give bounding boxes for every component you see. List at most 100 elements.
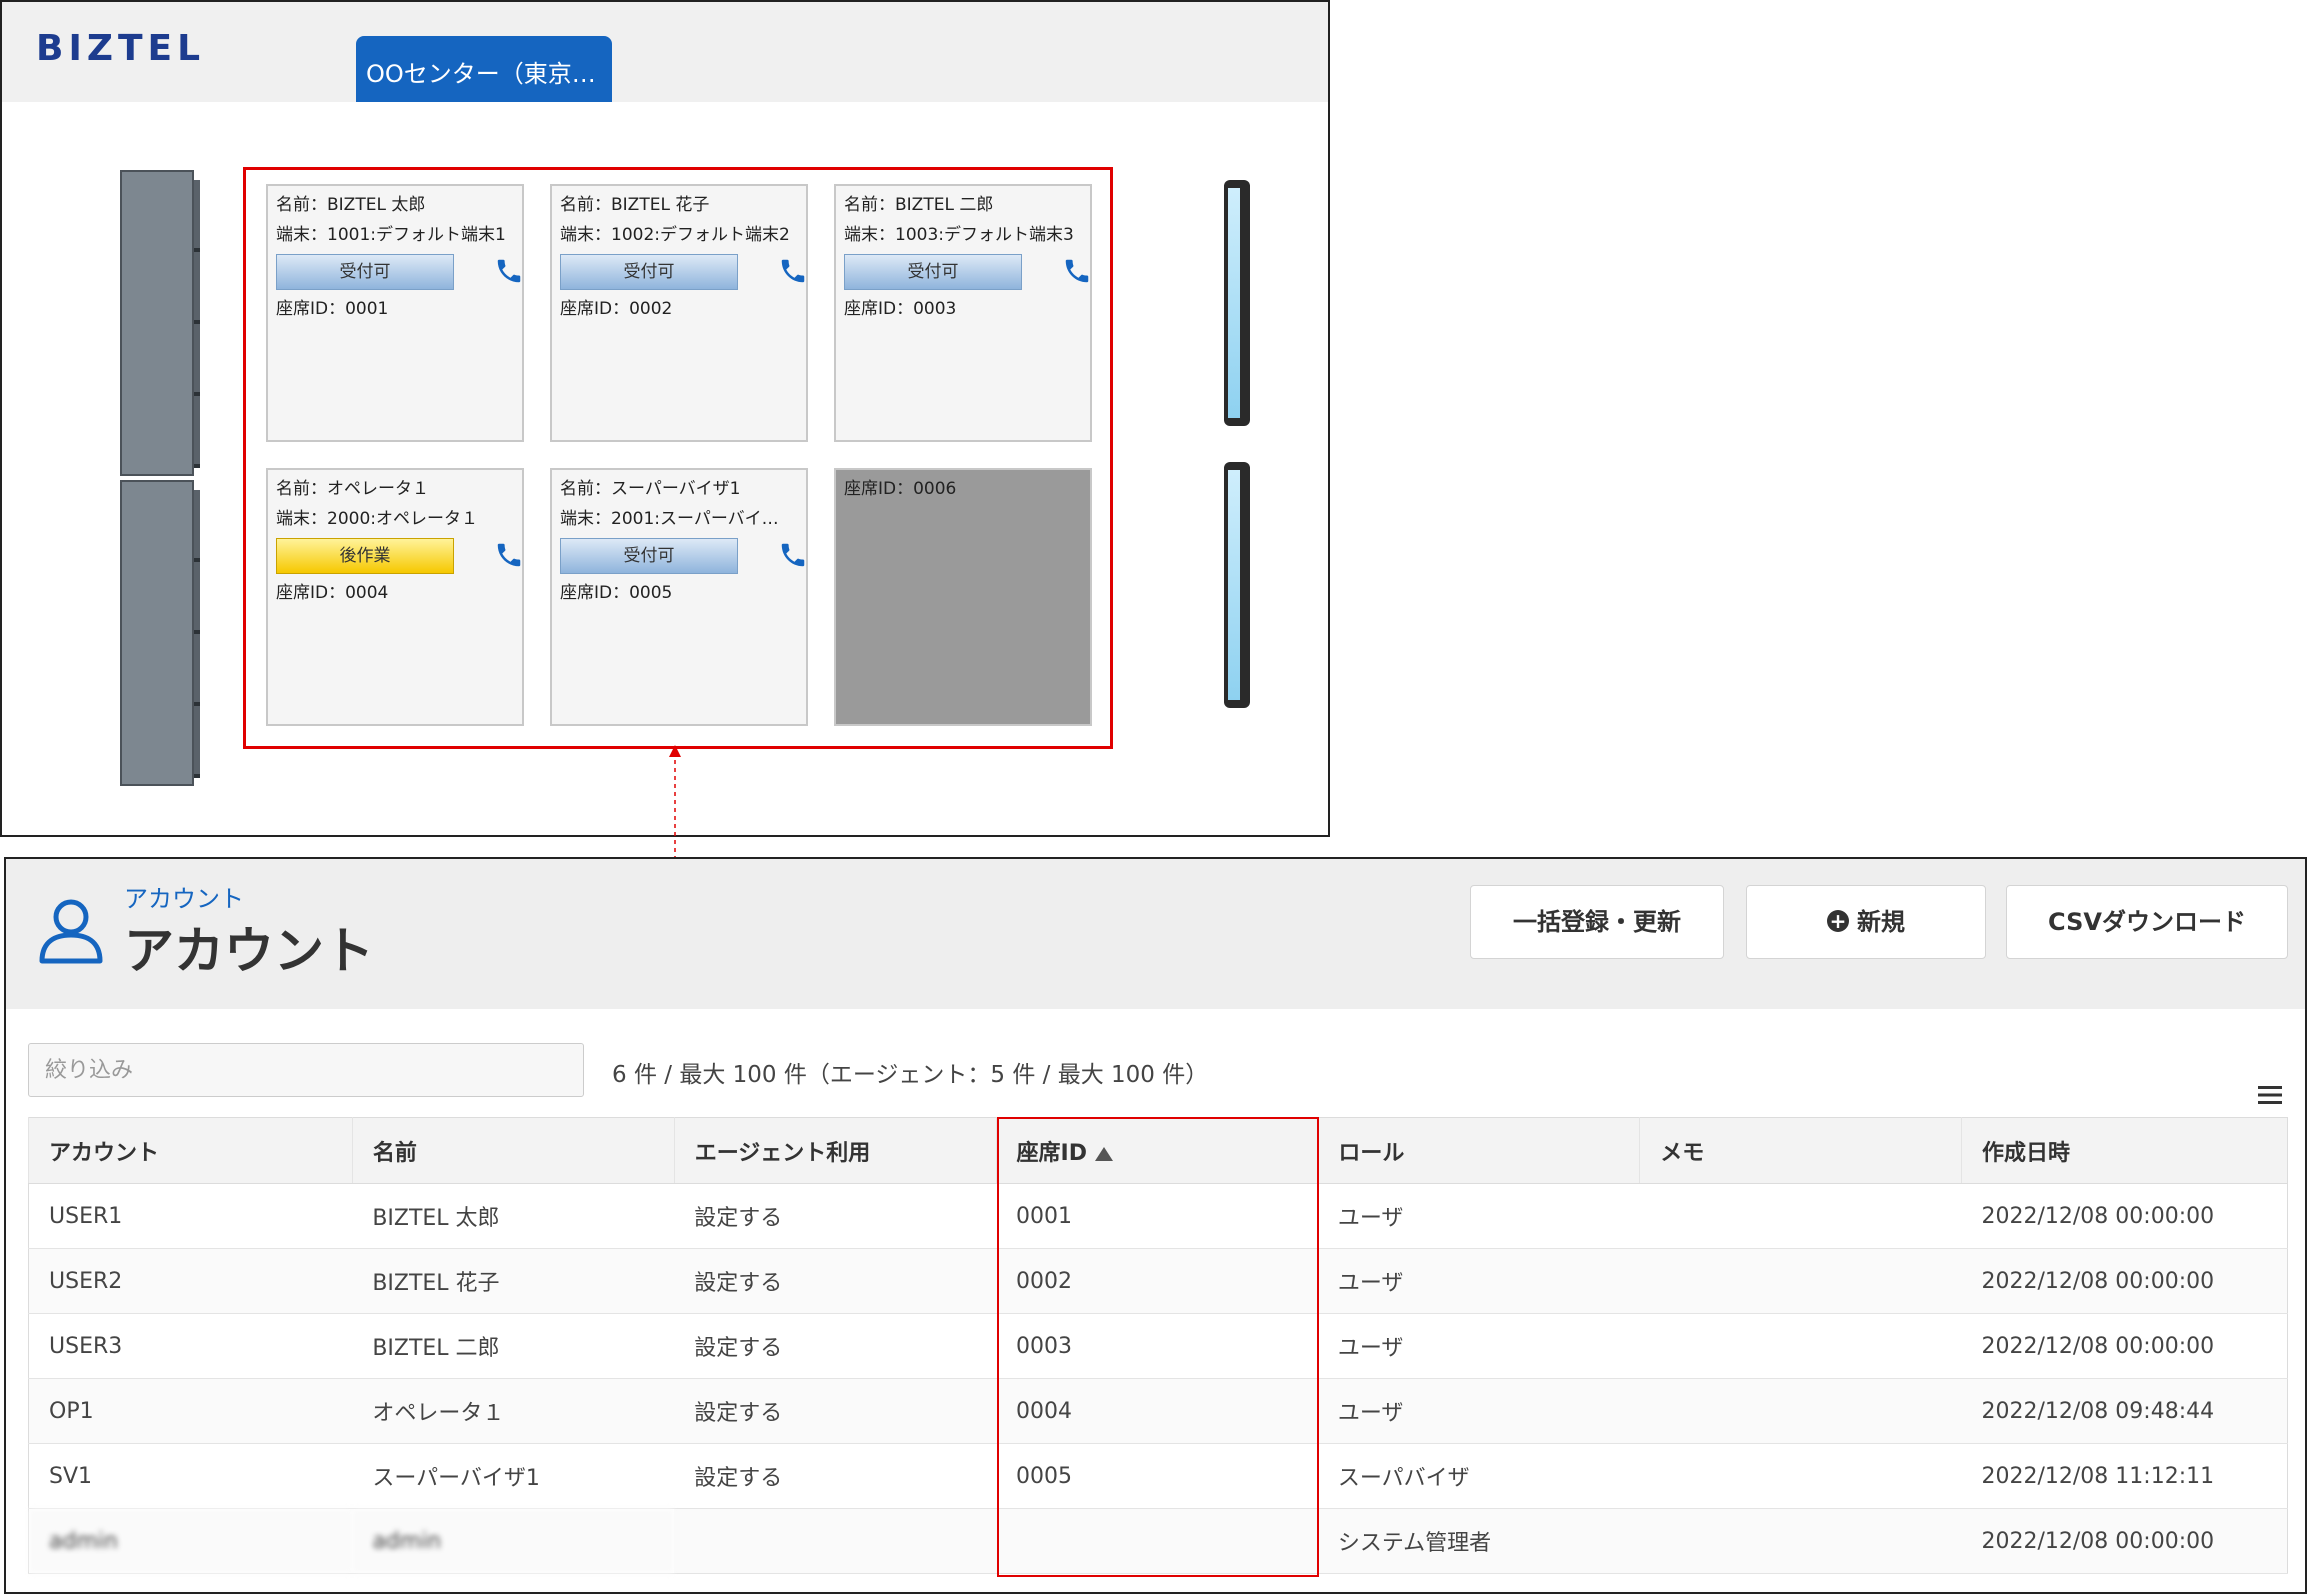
menu-icon[interactable] [2258, 1085, 2282, 1105]
seat-name: 名前：BIZTEL 花子 [560, 195, 710, 215]
seat-name: 名前：スーパーバイザ1 [560, 479, 741, 499]
phone-icon[interactable] [1062, 256, 1092, 286]
cell-created-at: 2022/12/08 11:12:11 [1961, 1443, 2288, 1509]
column-header-role[interactable]: ロール [1317, 1117, 1640, 1184]
seat-terminal: 端末：1003:デフォルト端末3 [844, 225, 1074, 245]
table-row[interactable]: USER1 BIZTEL 太郎 設定する 0001 ユーザ 2022/12/08… [28, 1183, 2288, 1249]
user-icon [39, 899, 103, 964]
status-button[interactable]: 受付可 [844, 254, 1022, 290]
wall-left-upper [120, 170, 200, 476]
cell-agent-usage: 設定する [674, 1248, 997, 1314]
cell-agent-usage: 設定する [674, 1183, 997, 1249]
cell-memo [1639, 1508, 1962, 1574]
cell-agent-usage: 設定する [674, 1378, 997, 1444]
cell-account: USER3 [28, 1313, 353, 1379]
monitor-upper [1224, 180, 1250, 426]
seat-name: 名前：オペレータ１ [276, 479, 429, 499]
cell-name-redacted: admin [352, 1508, 675, 1574]
cell-created-at: 2022/12/08 00:00:00 [1961, 1183, 2288, 1249]
seat-card[interactable]: 名前：スーパーバイザ1 端末：2001:スーパーバイ… 受付可 座席ID：000… [550, 468, 808, 726]
accounts-header: アカウント アカウント 一括登録・更新 + 新規 CSVダウンロード [6, 859, 2305, 1009]
table-row[interactable]: OP1 オペレータ１ 設定する 0004 ユーザ 2022/12/08 09:4… [28, 1378, 2288, 1444]
cell-agent-usage: 設定する [674, 1313, 997, 1379]
cell-name: BIZTEL 花子 [352, 1248, 675, 1314]
cell-created-at: 2022/12/08 00:00:00 [1961, 1508, 2288, 1574]
seat-name: 名前：BIZTEL 二郎 [844, 195, 994, 215]
cell-memo [1639, 1443, 1962, 1509]
table-row[interactable]: USER2 BIZTEL 花子 設定する 0002 ユーザ 2022/12/08… [28, 1248, 2288, 1314]
breadcrumb[interactable]: アカウント [124, 879, 244, 914]
seat-terminal: 端末：2000:オペレータ１ [276, 509, 478, 529]
page-title: アカウント [124, 922, 374, 980]
column-header-name[interactable]: 名前 [351, 1117, 675, 1184]
status-button[interactable]: 受付可 [560, 538, 738, 574]
tab-center[interactable]: OOセンター（東京… [356, 36, 612, 102]
cell-role: スーパバイザ [1317, 1443, 1640, 1509]
cell-name: オペレータ１ [352, 1378, 675, 1444]
csv-download-button[interactable]: CSVダウンロード [2006, 885, 2288, 959]
filter-input[interactable] [28, 1043, 584, 1097]
table-row[interactable]: USER3 BIZTEL 二郎 設定する 0003 ユーザ 2022/12/08… [28, 1313, 2288, 1379]
cell-name: スーパーバイザ1 [352, 1443, 675, 1509]
cell-agent-usage [674, 1508, 997, 1574]
plus-circle-icon: + [1827, 910, 1849, 932]
phone-icon[interactable] [778, 256, 808, 286]
cell-role: ユーザ [1317, 1313, 1640, 1379]
biztel-logo: BIZTEL [36, 28, 206, 69]
column-header-account[interactable]: アカウント [28, 1117, 353, 1184]
new-button-label: 新規 [1857, 908, 1905, 936]
seat-id: 座席ID：0001 [276, 299, 389, 319]
seat-terminal: 端末：1001:デフォルト端末1 [276, 225, 506, 245]
table-row[interactable]: admin admin システム管理者 2022/12/08 00:00:00 [28, 1508, 2288, 1574]
cell-created-at: 2022/12/08 09:48:44 [1961, 1378, 2288, 1444]
table-row[interactable]: SV1 スーパーバイザ1 設定する 0005 スーパバイザ 2022/12/08… [28, 1443, 2288, 1509]
cell-seat-id: 0005 [996, 1443, 1318, 1509]
seat-id: 座席ID：0003 [844, 299, 957, 319]
cell-account-redacted: admin [28, 1508, 353, 1574]
seat-id: 座席ID：0006 [844, 479, 957, 499]
accounts-panel: アカウント アカウント 一括登録・更新 + 新規 CSVダウンロード 6 件 / … [4, 857, 2307, 1594]
cell-role: ユーザ [1317, 1378, 1640, 1444]
seat-map-panel: BIZTEL OOセンター（東京… 名前：BIZTEL 太郎 端末：1001:デ… [0, 0, 1330, 837]
seat-card[interactable]: 名前：BIZTEL 花子 端末：1002:デフォルト端末2 受付可 座席ID：0… [550, 184, 808, 442]
seat-id: 座席ID：0004 [276, 583, 389, 603]
phone-icon[interactable] [494, 256, 524, 286]
status-button[interactable]: 受付可 [276, 254, 454, 290]
result-count: 6 件 / 最大 100 件（エージェント：5 件 / 最大 100 件） [612, 1062, 1209, 1088]
seat-card[interactable]: 名前：BIZTEL 二郎 端末：1003:デフォルト端末3 受付可 座席ID：0… [834, 184, 1092, 442]
cell-seat-id [996, 1508, 1318, 1574]
status-button[interactable]: 受付可 [560, 254, 738, 290]
cell-memo [1639, 1378, 1962, 1444]
cell-account: USER1 [28, 1183, 353, 1249]
column-header-seat-id[interactable]: 座席ID [995, 1117, 1318, 1184]
cell-account: USER2 [28, 1248, 353, 1314]
sort-ascending-icon [1094, 1146, 1113, 1161]
seat-map-header: BIZTEL OOセンター（東京… [2, 2, 1328, 102]
accounts-table: アカウント 名前 エージェント利用 座席ID ロール メモ 作成日時 USER1… [28, 1117, 2288, 1574]
seat-id: 座席ID：0005 [560, 583, 673, 603]
table-header-row: アカウント 名前 エージェント利用 座席ID ロール メモ 作成日時 [28, 1117, 2288, 1184]
seat-card[interactable]: 名前：BIZTEL 太郎 端末：1001:デフォルト端末1 受付可 座席ID：0… [266, 184, 524, 442]
cell-seat-id: 0002 [996, 1248, 1318, 1314]
cell-memo [1639, 1183, 1962, 1249]
seat-card[interactable]: 名前：オペレータ１ 端末：2000:オペレータ１ 後作業 座席ID：0004 [266, 468, 524, 726]
cell-role: ユーザ [1317, 1183, 1640, 1249]
column-header-agent-usage[interactable]: エージェント利用 [673, 1117, 997, 1184]
seat-name: 名前：BIZTEL 太郎 [276, 195, 426, 215]
seat-id: 座席ID：0002 [560, 299, 673, 319]
cell-seat-id: 0004 [996, 1378, 1318, 1444]
cell-account: OP1 [28, 1378, 353, 1444]
new-button[interactable]: + 新規 [1746, 885, 1986, 959]
bulk-register-button[interactable]: 一括登録・更新 [1470, 885, 1724, 959]
seat-card-empty[interactable]: 座席ID：0006 [834, 468, 1092, 726]
seat-area-highlight: 名前：BIZTEL 太郎 端末：1001:デフォルト端末1 受付可 座席ID：0… [243, 167, 1113, 749]
status-button[interactable]: 後作業 [276, 538, 454, 574]
phone-icon[interactable] [494, 540, 524, 570]
monitor-lower [1224, 462, 1250, 708]
column-header-created-at[interactable]: 作成日時 [1961, 1117, 2288, 1184]
phone-icon[interactable] [778, 540, 808, 570]
cell-memo [1639, 1248, 1962, 1314]
column-header-memo[interactable]: メモ [1639, 1117, 1962, 1184]
seat-terminal: 端末：2001:スーパーバイ… [560, 509, 779, 529]
seat-id-header-label: 座席ID [1016, 1140, 1087, 1166]
